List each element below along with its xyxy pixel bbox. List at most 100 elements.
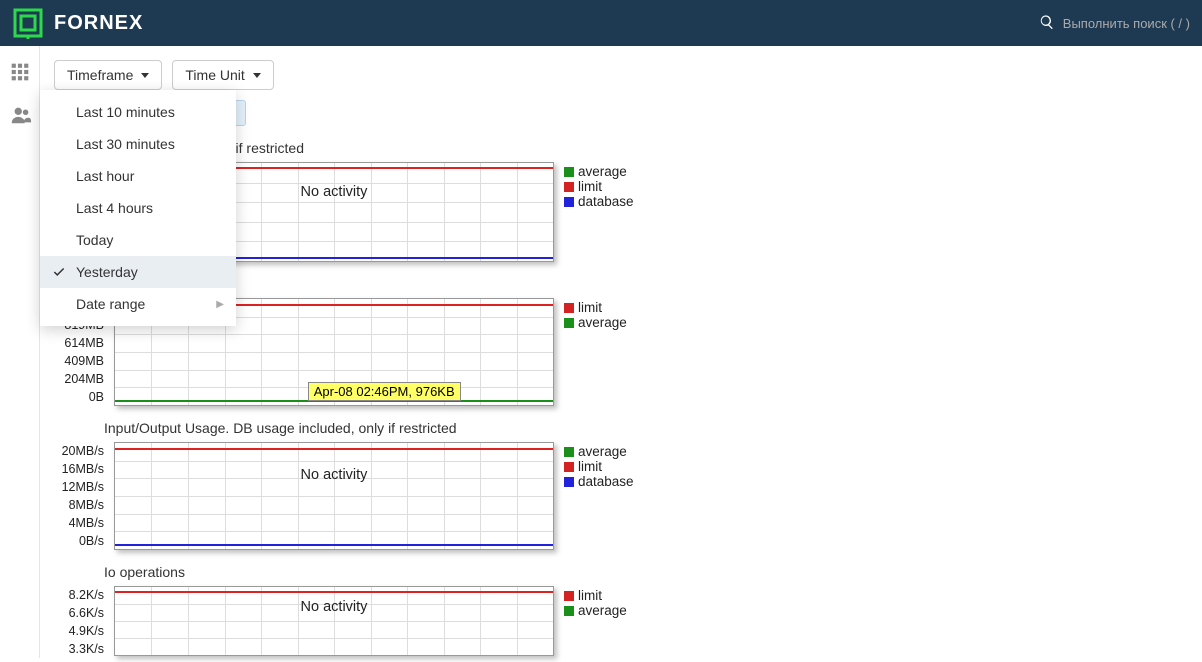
dropdown-item-last-hour[interactable]: Last hour [40,160,236,192]
chart-title: Io operations [54,564,1188,580]
legend-color-swatch [564,167,574,177]
legend-color-swatch [564,606,574,616]
no-activity-text: No activity [301,467,368,483]
timeframe-dropdown-button[interactable]: Timeframe [54,60,162,90]
legend-item: average [564,315,627,330]
chart-line-red [115,448,553,450]
chart-row: 8.2K/s6.6K/s4.9K/s3.3K/sNo activitylimit… [54,586,1188,658]
y-tick: 4.9K/s [54,622,104,640]
search-placeholder-text: Выполнить поиск ( / ) [1063,16,1190,31]
brand-logo-icon [12,7,44,39]
app-header: FORNEX Выполнить поиск ( / ) [0,0,1202,46]
dropdown-item-label: Last 10 minutes [76,104,175,120]
dropdown-item-today[interactable]: Today [40,224,236,256]
chart-plot: No activity [114,586,554,656]
legend-item: limit [564,459,634,474]
chart-legend: limitaverage [564,586,627,618]
chevron-right-icon: ▶ [216,299,224,310]
y-tick: 20MB/s [54,442,104,460]
search-area[interactable]: Выполнить поиск ( / ) [1039,14,1190,33]
dropdown-item-last-10-minutes[interactable]: Last 10 minutes [40,96,236,128]
caret-down-icon [141,73,149,78]
legend-label: limit [578,300,602,315]
chart-legend: averagelimitdatabase [564,442,634,489]
timeframe-dropdown-menu: Last 10 minutes Last 30 minutes Last hour L… [40,90,236,326]
legend-item: database [564,474,634,489]
dropdown-item-date-range[interactable]: Date range ▶ [40,288,236,320]
chart-line-blue [115,544,553,546]
chart-row: 20MB/s16MB/s12MB/s8MB/s4MB/s0B/s No activ… [54,442,1188,550]
legend-color-swatch [564,462,574,472]
dropdown-item-last-4-hours[interactable]: Last 4 hours [40,192,236,224]
y-axis: 20MB/s16MB/s12MB/s8MB/s4MB/s0B/s [54,442,104,550]
legend-item: limit [564,300,627,315]
timeunit-dropdown-button[interactable]: Time Unit [172,60,273,90]
tab-row: Hour [194,100,1188,126]
check-icon [52,265,66,279]
caret-down-icon [253,73,261,78]
users-icon[interactable] [10,104,30,124]
legend-color-swatch [564,447,574,457]
dropdown-item-label: Last 30 minutes [76,136,175,152]
legend-item: average [564,444,634,459]
y-tick: 409MB [54,352,104,370]
legend-label: limit [578,459,602,474]
legend-item: limit [564,179,634,194]
y-axis: 8.2K/s6.6K/s4.9K/s3.3K/s [54,586,104,658]
legend-item: database [564,194,634,209]
legend-label: average [578,444,627,459]
y-tick: 6.6K/s [54,604,104,622]
legend-color-swatch [564,591,574,601]
brand-name: FORNEX [54,12,143,35]
y-tick: 8.2K/s [54,586,104,604]
left-sidebar [0,46,40,658]
legend-color-swatch [564,303,574,313]
y-tick: 12MB/s [54,478,104,496]
legend-label: average [578,164,627,179]
legend-label: limit [578,588,602,603]
y-tick: 8MB/s [54,496,104,514]
logo-area: FORNEX [12,7,143,39]
legend-label: average [578,315,627,330]
chart-block: Input/Output Usage. DB usage included, o… [54,420,1188,550]
legend-item: average [564,164,634,179]
timeunit-label: Time Unit [185,67,244,83]
chart-line-red [115,591,553,593]
grid-icon[interactable] [10,62,30,82]
dropdown-item-yesterday[interactable]: Yesterday [40,256,236,288]
dropdown-item-label: Yesterday [76,264,138,280]
search-icon [1039,14,1055,33]
dropdown-item-label: Last 4 hours [76,200,153,216]
legend-color-swatch [564,197,574,207]
dropdown-item-label: Date range [76,296,145,312]
dropdown-item-last-30-minutes[interactable]: Last 30 minutes [40,128,236,160]
dropdown-item-label: Last hour [76,168,134,184]
chart-block: Io operations8.2K/s6.6K/s4.9K/s3.3K/sNo … [54,564,1188,658]
y-tick: 3.3K/s [54,640,104,658]
y-tick: 204MB [54,370,104,388]
legend-color-swatch [564,182,574,192]
legend-label: database [578,194,634,209]
legend-color-swatch [564,477,574,487]
legend-label: average [578,603,627,618]
toolbar: Timeframe Time Unit [54,60,1188,90]
legend-item: average [564,603,627,618]
chart-title: Input/Output Usage. DB usage included, o… [54,420,1188,436]
y-tick: 614MB [54,334,104,352]
y-tick: 4MB/s [54,514,104,532]
y-tick: 16MB/s [54,460,104,478]
legend-label: limit [578,179,602,194]
dropdown-item-label: Today [76,232,113,248]
legend-item: limit [564,588,627,603]
timeframe-label: Timeframe [67,67,133,83]
chart-plot: No activity [114,442,554,550]
y-tick: 0B [54,388,104,406]
legend-color-swatch [564,318,574,328]
chart-tooltip: Apr-08 02:46PM, 976KB [308,382,461,401]
legend-label: database [578,474,634,489]
chart-legend: averagelimitdatabase [564,162,634,209]
chart-legend: limitaverage [564,298,627,330]
content-area: Timeframe Time Unit Hour Last 10 minutes… [40,46,1202,658]
y-tick: 0B/s [54,532,104,550]
no-activity-text: No activity [301,184,368,200]
